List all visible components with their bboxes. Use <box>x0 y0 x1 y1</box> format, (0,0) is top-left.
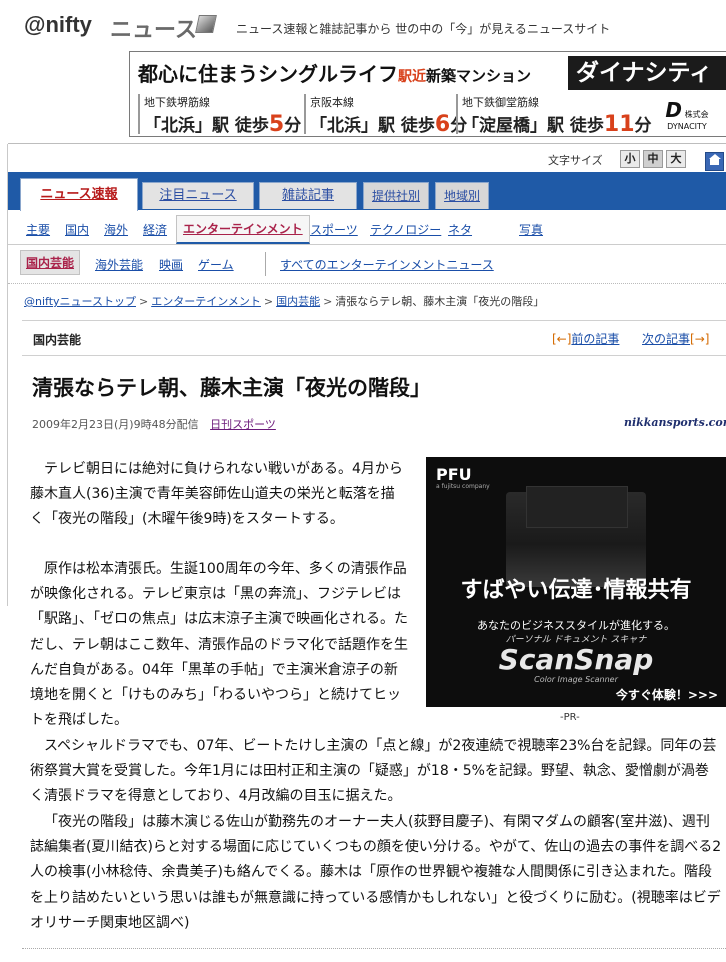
subcategory-item[interactable]: 映画 <box>159 256 183 273</box>
article-dateline: 2009年2月23日(月)9時48分配信 日刊スポーツ <box>32 416 276 432</box>
nifty-logo[interactable]: @nifty <box>24 12 92 38</box>
category-item[interactable]: 国内 <box>65 221 89 238</box>
subcategory-item[interactable]: 海外芸能 <box>95 256 143 273</box>
breadcrumb-link[interactable]: @niftyニューストップ <box>24 295 136 308</box>
pfu-logo: PFU <box>436 465 472 484</box>
article-date: 2009年2月23日(月)9時48分配信 <box>32 418 199 431</box>
category-item[interactable]: 海外 <box>104 221 128 238</box>
section-label: 国内芸能 <box>33 333 82 347</box>
article-source-link[interactable]: 日刊スポーツ <box>210 418 276 431</box>
tab-featured-news[interactable]: 注目ニュース <box>142 182 254 209</box>
divider <box>22 355 726 356</box>
divider <box>265 252 266 276</box>
subcategory-item[interactable]: ゲーム <box>198 256 234 273</box>
pr-label: -PR- <box>560 712 580 723</box>
font-size-label: 文字サイズ <box>548 154 603 167</box>
banner-station: 地下鉄御堂筋線 「淀屋橋」駅 徒歩11分 <box>456 94 652 136</box>
site-tagline: ニュース速報と雑誌記事から 世の中の「今」が見えるニュースサイト <box>236 22 611 36</box>
font-size-small-button[interactable]: 小 <box>620 150 640 168</box>
banner-brand: ダイナシティ <box>568 56 726 90</box>
scansnap-logo: ScanSnap <box>498 643 654 676</box>
article-paragraph: テレビ朝日には絶対に負けられない戦いがある。4月から藤木直人(36)主演で青年美… <box>30 461 403 528</box>
tab-news-flash[interactable]: ニュース速報 <box>20 178 138 211</box>
next-article-link[interactable]: 次の記事[→] <box>642 330 709 347</box>
home-icon[interactable] <box>705 152 724 171</box>
category-item[interactable]: ネタ <box>448 221 472 238</box>
news-logo-icon <box>195 15 217 33</box>
banner-station: 地下鉄堺筋線 「北浜」駅 徒歩5分 <box>138 94 301 136</box>
category-item[interactable]: テクノロジー <box>370 221 441 238</box>
breadcrumb-current: 清張ならテレ朝、藤木主演「夜光の階段」 <box>335 295 545 308</box>
category-item[interactable]: 主要 <box>26 221 50 238</box>
scansnap-sublogo: Color Image Scanner <box>534 675 618 684</box>
breadcrumb-link[interactable]: エンターテインメント <box>151 295 261 308</box>
article-paragraph: スペシャルドラマでも、07年、ビートたけし主演の「点と線」が2夜連続で視聴率23… <box>30 738 717 805</box>
nikkansports-logo[interactable]: nikkansports.com <box>624 416 726 429</box>
article-paragraph: 「夜光の階段」は藤木演じる佐山が勤務先のオーナー夫人(荻野目慶子)、有閑マダムの… <box>30 814 722 931</box>
site-header: @nifty ニュース ニュース速報と雑誌記事から 世の中の「今」が見えるニュー… <box>0 0 726 44</box>
breadcrumb-link[interactable]: 国内芸能 <box>276 295 320 308</box>
prev-article-link[interactable]: [←]前の記事 <box>552 330 619 347</box>
tab-magazine[interactable]: 雑誌記事 <box>259 182 357 209</box>
divider <box>8 143 726 144</box>
breadcrumb: @niftyニューストップ > エンターテインメント > 国内芸能 > 清張ならテレ朝、藤木… <box>24 295 545 308</box>
news-logo[interactable]: ニュース <box>110 12 197 44</box>
ad-headline: すばやい伝達･情報共有 <box>460 578 692 603</box>
subcategory-item-active[interactable]: 国内芸能 <box>20 250 81 275</box>
divider <box>22 948 726 950</box>
main-tabs: ニュース速報 注目ニュース 雑誌記事 提供社別 地域別 <box>8 172 726 211</box>
article-paragraph: 原作は松本清張氏。生誕100周年の今年、多くの清張作品が映像化される。テレビ東京… <box>30 561 408 729</box>
divider <box>22 320 726 321</box>
category-item[interactable]: 経済 <box>143 221 167 238</box>
banner-headline: 都心に住まうシングルライフ駅近新築マンション <box>138 62 532 86</box>
category-item-active[interactable]: エンターテインメント <box>176 215 310 244</box>
pfu-subtext: a fujitsu company <box>436 483 490 490</box>
banner-ad[interactable]: 都心に住まうシングルライフ駅近新築マンション ダイナシティ 地下鉄堺筋線 「北浜… <box>129 51 726 137</box>
category-item[interactable]: 写真 <box>519 221 543 238</box>
font-size-medium-button[interactable]: 中 <box>643 150 663 168</box>
article-title: 清張ならテレ朝、藤木主演「夜光の階段」 <box>32 376 431 400</box>
banner-station: 京阪本線 「北浜」駅 徒歩6分 <box>304 94 467 136</box>
ad-cta-button[interactable]: 今すぐ体験！>>> <box>616 686 718 703</box>
ad-subheadline: あなたのビジネススタイルが進化する。 <box>477 619 675 632</box>
all-entertainment-link[interactable]: すべてのエンターテインメントニュース <box>280 256 494 273</box>
scansnap-ad[interactable]: PFU a fujitsu company すばやい伝達･情報共有 あなたのビジ… <box>426 457 726 707</box>
category-item[interactable]: スポーツ <box>310 221 358 238</box>
tab-by-provider[interactable]: 提供社別 <box>363 182 429 209</box>
category-nav: 主要 国内 海外 経済 エンターテインメント スポーツ テクノロジー ネタ 写真 <box>8 210 726 245</box>
font-size-large-button[interactable]: 大 <box>666 150 686 168</box>
tab-by-region[interactable]: 地域別 <box>435 182 489 209</box>
dynacity-logo: D 株式会 DYNACITY <box>665 98 709 131</box>
subcategory-nav: 国内芸能 海外芸能 映画 ゲーム すべてのエンターテインメントニュース <box>8 245 726 284</box>
